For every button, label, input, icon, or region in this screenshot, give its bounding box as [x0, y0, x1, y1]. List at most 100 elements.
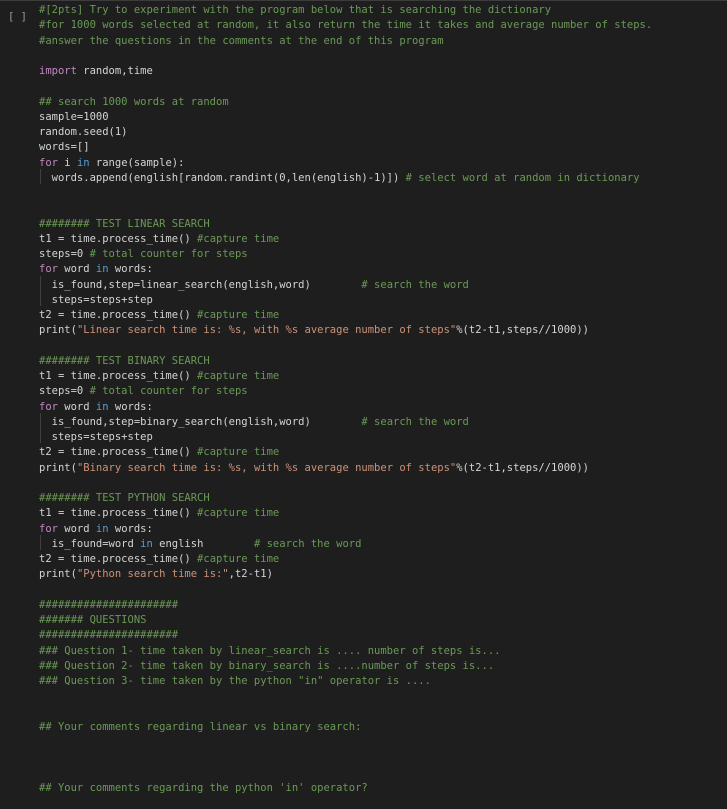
code-token: #capture time — [197, 446, 280, 459]
code-token: #[2pts] Try to experiment with the progr… — [39, 4, 552, 16]
code-token: "Python search time is:" — [76, 568, 229, 581]
code-line: ######## TEST BINARY SEARCH — [39, 354, 727, 369]
code-line: steps=steps+step — [39, 430, 727, 445]
code-line: print("Linear search time is: %s, with %… — [39, 323, 727, 338]
code-line: ### Question 2- time taken by binary_sea… — [39, 659, 727, 674]
code-token: #capture time — [197, 507, 280, 520]
code-token: word — [57, 400, 96, 413]
code-token: in — [95, 400, 109, 413]
code-token: range(sample): — [89, 156, 185, 169]
code-token: steps=0 — [39, 385, 90, 398]
code-token: # total counter for steps — [89, 385, 248, 398]
code-line: ###################### — [39, 598, 727, 613]
code-token: for — [39, 522, 58, 535]
code-cell[interactable]: [ ] #[2pts] Try to experiment with the p… — [0, 0, 727, 809]
code-token: for — [39, 263, 58, 276]
code-token: is_found,step=linear_search(english,word… — [39, 278, 362, 291]
code-line: print("Binary search time is: %s, with %… — [39, 461, 727, 476]
code-token: random.seed(1) — [39, 126, 128, 138]
code-token: english — [152, 537, 254, 550]
code-line: words=[] — [39, 140, 727, 155]
code-token: ######## TEST LINEAR SEARCH — [39, 217, 210, 230]
code-token: # select word at random in dictionary — [405, 171, 640, 184]
code-line: t2 = time.process_time() #capture time — [39, 552, 727, 567]
code-token: ###################### — [39, 598, 179, 611]
code-token: #answer the questions in the comments at… — [39, 34, 444, 47]
code-token: print( — [39, 324, 77, 337]
code-line: is_found,step=binary_search(english,word… — [39, 415, 727, 430]
code-line: t1 = time.process_time() #capture time — [39, 232, 727, 247]
code-line: ## search 1000 words at random — [39, 95, 727, 110]
code-line: ## Your comments regarding the python 'i… — [39, 781, 727, 796]
code-line: is_found=word in english # search the wo… — [39, 537, 727, 552]
code-token: %(t2-t1,steps//1000)) — [456, 324, 589, 337]
code-token: # total counter for steps — [89, 248, 248, 260]
code-line: ####### QUESTIONS — [39, 613, 727, 628]
code-token: #capture time — [197, 232, 280, 245]
code-token: steps=0 — [39, 248, 90, 260]
code-token: i — [57, 156, 77, 169]
code-token: ## Your comments regarding linear vs bin… — [39, 720, 362, 733]
code-token: words=[] — [39, 141, 90, 154]
code-token: t1 = time.process_time() — [39, 232, 198, 245]
code-line: is_found,step=linear_search(english,word… — [39, 278, 727, 293]
code-token: print( — [39, 461, 77, 474]
code-token: t2 = time.process_time() — [39, 446, 198, 459]
code-token: # search the word — [361, 415, 469, 428]
code-token: "Binary search time is: %s, with %s aver… — [76, 461, 457, 474]
code-editor[interactable]: #[2pts] Try to experiment with the progr… — [39, 3, 727, 796]
code-line: t1 = time.process_time() #capture time — [39, 369, 727, 384]
code-line: random.seed(1) — [39, 125, 727, 140]
code-token: t2 = time.process_time() — [39, 309, 198, 321]
code-token: #for 1000 words selected at random, it a… — [39, 19, 653, 32]
code-token: ###################### — [39, 629, 179, 642]
code-line: for word in words: — [39, 522, 727, 537]
code-line: steps=0 # total counter for steps — [39, 384, 727, 399]
code-line: steps=0 # total counter for steps — [39, 247, 727, 262]
code-line: ###################### — [39, 628, 727, 643]
code-token: print( — [39, 568, 77, 581]
code-token: #capture time — [197, 370, 280, 382]
code-token: #capture time — [197, 553, 280, 565]
code-line: steps=steps+step — [39, 293, 727, 308]
code-line: #answer the questions in the comments at… — [39, 34, 727, 49]
code-token: ### Question 2- time taken by binary_sea… — [39, 659, 495, 672]
code-token: in — [95, 263, 109, 276]
code-token: ######## TEST BINARY SEARCH — [39, 354, 210, 367]
code-line: import random,time — [39, 64, 727, 79]
code-line: for i in range(sample): — [39, 156, 727, 171]
code-token: t1 = time.process_time() — [39, 507, 198, 520]
code-token: %(t2-t1,steps//1000)) — [456, 461, 589, 474]
code-token: "Linear search time is: %s, with %s aver… — [76, 324, 457, 337]
code-token: sample=1000 — [39, 110, 109, 123]
code-line: t1 = time.process_time() #capture time — [39, 506, 727, 521]
code-token: for — [39, 400, 58, 413]
code-token: is_found=word — [39, 537, 141, 550]
code-token: words: — [108, 263, 153, 276]
code-token: in — [140, 537, 153, 550]
cell-execution-indicator[interactable]: [ ] — [8, 11, 27, 23]
code-token: steps=steps+step — [39, 431, 153, 443]
code-token: word — [57, 263, 96, 276]
code-token: in — [95, 522, 109, 535]
code-line: t2 = time.process_time() #capture time — [39, 308, 727, 323]
code-token: is_found,step=binary_search(english,word… — [39, 415, 362, 428]
code-token: ## search 1000 words at random — [39, 95, 229, 108]
code-line: sample=1000 — [39, 110, 727, 125]
code-line: ######## TEST PYTHON SEARCH — [39, 491, 727, 506]
code-token: ####### QUESTIONS — [39, 614, 147, 626]
code-line: for word in words: — [39, 400, 727, 415]
code-line: ## Your comments regarding linear vs bin… — [39, 720, 727, 735]
code-line: words.append(english[random.randint(0,le… — [39, 171, 727, 186]
code-token: # search the word — [361, 278, 469, 291]
code-token: ### Question 1- time taken by linear_sea… — [39, 644, 501, 657]
code-token: words: — [108, 522, 153, 535]
code-token: in — [76, 156, 90, 169]
